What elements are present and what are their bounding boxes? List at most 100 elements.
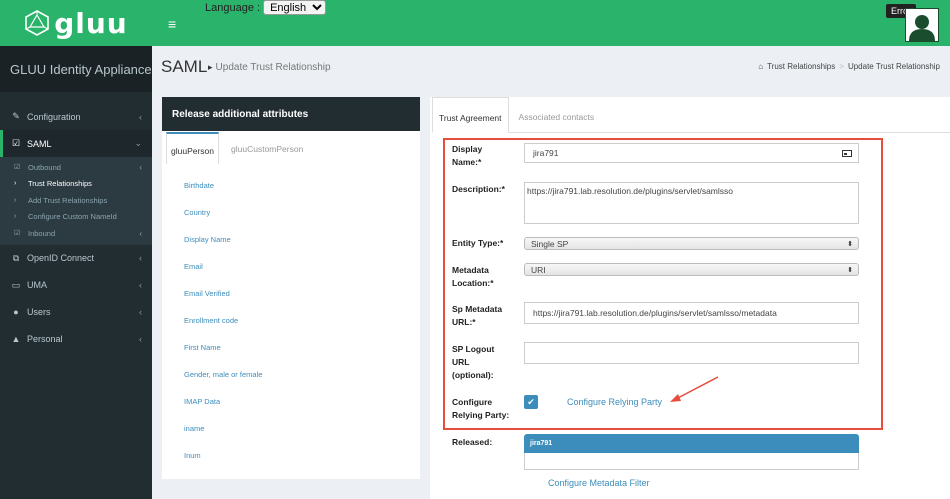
configure-relying-party-checkbox[interactable]: ✔ [524,395,538,409]
user-icon: ▲ [11,334,21,344]
entity-type-label: Entity Type:* [452,238,504,248]
tab-gluucustomperson[interactable]: gluuCustomPerson [227,132,307,164]
sidebar-item-personal[interactable]: ▲ Personal ‹ [0,326,152,353]
sidebar-item-label: Users [27,307,51,317]
display-name-label: Display Name:* [452,144,483,167]
sp-logout-url-label: SP Logout URL (optional): [452,344,495,380]
chevron-right-icon: › [14,180,17,188]
sidebar-item-uma[interactable]: ▭ UMA ‹ [0,272,152,299]
sidebar-item-configuration[interactable]: ✎ Configuration ‹ [0,103,152,130]
sidebar-subitem-label: Configure Custom NameId [28,212,117,222]
sp-logout-url-field[interactable] [524,342,859,364]
edit-icon: ☑ [14,164,21,172]
tab-associated-contacts[interactable]: Associated contacts [513,97,601,133]
released-label: Released: [452,437,493,447]
logo[interactable]: gluu [0,0,152,46]
tab-gluuperson[interactable]: gluuPerson [166,132,220,164]
users-icon: ● [13,307,19,317]
page-subtitle: ▸ Update Trust Relationship [208,62,331,73]
attribute-link[interactable]: Country [184,208,262,235]
entity-type-select[interactable]: Single SP ⬍ [524,237,859,250]
sidebar-item-saml[interactable]: ☑ SAML ⌄ [0,130,152,157]
breadcrumb: ⌂ Trust Relationships > Update Trust Rel… [758,62,940,71]
saml-submenu: ☑ Outbound ‹ › Trust Relationships › Add… [0,157,152,245]
menu-toggle-icon[interactable]: ≡ [168,16,176,32]
app-title: GLUU Identity Appliance [0,46,152,92]
chevron-left-icon: ‹ [139,111,142,122]
attribute-link[interactable]: Email [184,262,262,289]
chevron-right-icon: › [14,213,17,221]
configure-metadata-filter-link[interactable]: Configure Metadata Filter [548,478,650,488]
logo-text: gluu [54,6,128,40]
sidebar-subitem-outbound[interactable]: ☑ Outbound ‹ [0,159,152,176]
chevron-down-icon: ⌄ [134,138,142,148]
attribute-link[interactable]: First Name [184,343,262,370]
sp-metadata-url-field[interactable]: https://jira791.lab.resolution.de/plugin… [524,302,859,324]
metadata-location-value: URI [531,264,546,275]
sidebar-subitem-label: Trust Relationships [28,179,92,189]
released-item: jira791 [524,434,859,453]
sidebar-subitem-configure-nameid[interactable]: › Configure Custom NameId [0,209,152,226]
display-name-value: jira791 [533,148,559,158]
sp-metadata-url-label: Sp Metadata URL:* [452,304,503,327]
sidebar-item-users[interactable]: ● Users ‹ [0,299,152,326]
chevron-left-icon: ‹ [139,280,142,290]
sidebar-subitem-add-trust-relationships[interactable]: › Add Trust Relationships [0,192,152,209]
edit-icon: ☑ [14,230,21,238]
avatar[interactable] [905,8,939,42]
attribute-link[interactable]: Birthdate [184,181,262,208]
chevron-right-icon: › [14,196,17,204]
attribute-link[interactable]: Enrollment code [184,316,262,343]
release-attributes-panel: Release additional attributes gluuPerson… [162,97,420,479]
edit-icon: ☑ [11,138,21,148]
select-arrows-icon: ⬍ [847,266,853,274]
top-bar: gluu ≡ Language : English Error [0,0,950,46]
language-label: Language : [205,1,261,14]
page-subtitle-text: Update Trust Relationship [215,62,331,73]
sidebar-subitem-trust-relationships[interactable]: › Trust Relationships [0,176,152,193]
page-title: SAML [161,57,208,76]
attribute-link[interactable]: Gender, male or female [184,370,262,397]
sidebar-item-label: Configuration [27,111,81,122]
tab-trust-agreement[interactable]: Trust Agreement [432,97,509,133]
chevron-left-icon: ‹ [139,307,142,317]
description-label: Description:* [452,184,505,194]
chevron-left-icon: ‹ [139,162,142,172]
sp-metadata-url-value: https://jira791.lab.resolution.de/plugin… [533,308,777,318]
folder-icon: ▭ [11,279,21,290]
description-value: https://jira791.lab.resolution.de/plugin… [527,186,733,196]
gluu-logo-icon [25,10,50,36]
released-list [524,453,859,470]
home-icon: ⌂ [758,62,764,71]
sidebar-subitem-label: Outbound [28,162,61,172]
configure-relying-party-link[interactable]: Configure Relying Party [567,397,662,407]
display-name-field[interactable]: jira791 [524,143,859,163]
attribute-tabs: gluuPerson gluuCustomPerson [166,132,307,164]
attribute-link[interactable]: IMAP Data [184,397,262,424]
language-select[interactable]: English [263,0,327,15]
sidebar-subitem-inbound[interactable]: ☑ Inbound ‹ [0,225,152,242]
chevron-left-icon: ‹ [139,334,142,344]
attribute-list: Birthdate Country Display Name Email Ema… [184,181,262,478]
description-field[interactable]: https://jira791.lab.resolution.de/plugin… [524,182,859,224]
language-selector: Language : English [205,0,327,15]
attribute-link[interactable]: Display Name [184,235,262,262]
sidebar-subitem-label: Inbound [28,228,56,238]
trust-agreement-panel: Trust Agreement Associated contacts Disp… [430,97,950,499]
metadata-location-select[interactable]: URI ⬍ [524,263,859,276]
chevron-left-icon: ‹ [139,228,142,238]
wrench-icon: ✎ [12,111,20,121]
attribute-link[interactable]: Email Verified [184,289,262,316]
sidebar-item-openid-connect[interactable]: ⧉ OpenID Connect ‹ [0,245,152,272]
sidebar: GLUU Identity Appliance ✎ Configuration … [0,46,152,499]
chevron-left-icon: ‹ [139,253,142,263]
entity-type-value: Single SP [531,238,569,249]
sidebar-item-label: UMA [27,280,47,290]
sidebar-item-label: OpenID Connect [27,253,95,263]
sidebar-item-label: SAML [27,138,52,149]
attribute-link[interactable]: Inum [184,451,262,478]
metadata-location-label: Metadata Location:* [452,265,494,288]
attribute-link[interactable]: iname [184,424,262,451]
sidebar-item-label: Personal [27,334,63,344]
breadcrumb-link[interactable]: Trust Relationships [767,62,835,71]
